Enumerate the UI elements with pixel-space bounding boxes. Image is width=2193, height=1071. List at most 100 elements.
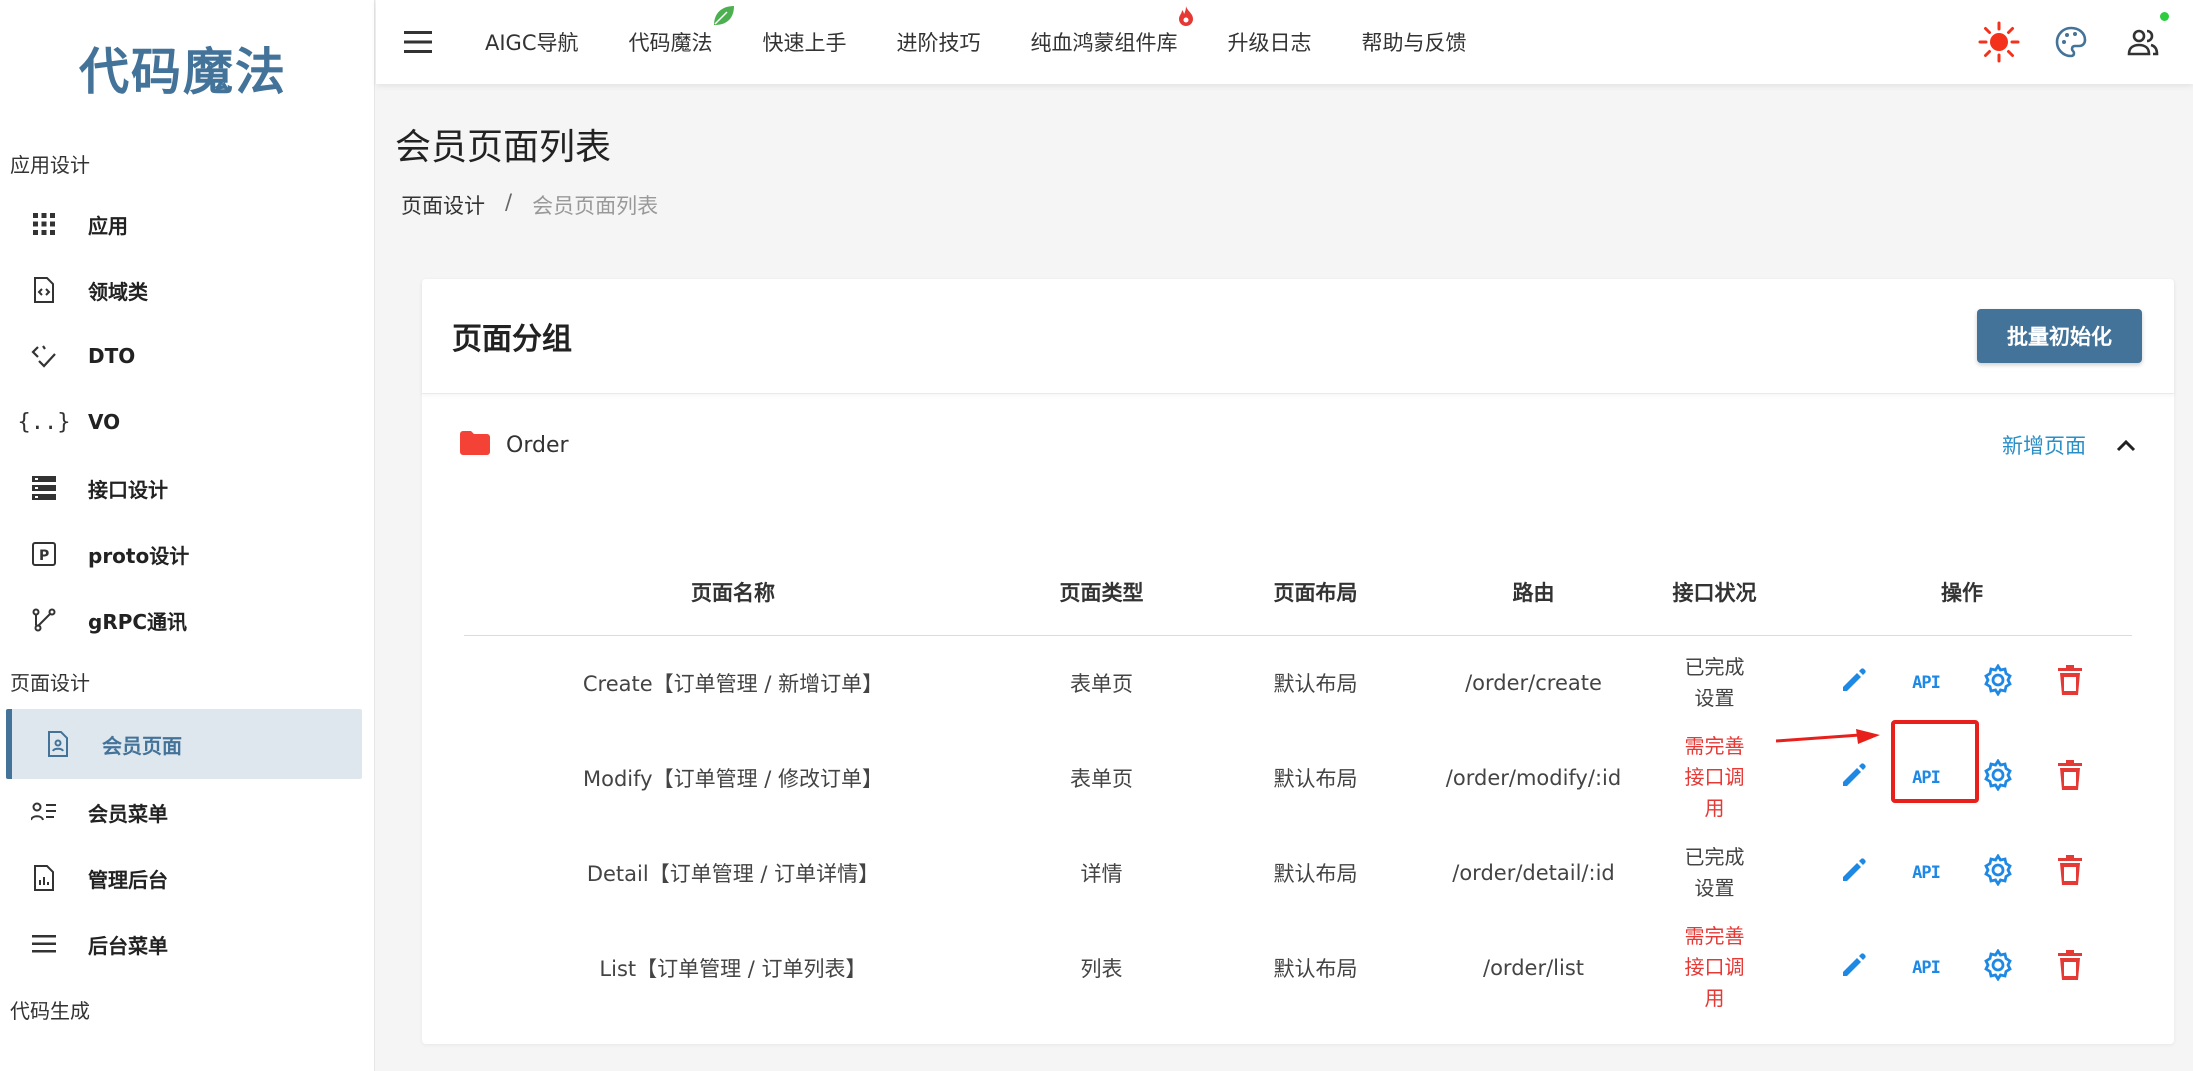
nav-quick-start[interactable]: 快速上手	[738, 27, 872, 57]
trash-icon	[2058, 950, 2082, 985]
sidebar-item-domain-classes[interactable]: 领域类	[0, 257, 374, 323]
settings-button[interactable]	[1962, 738, 2034, 818]
proto-box-icon: P	[30, 540, 58, 568]
palette-button[interactable]	[2035, 26, 2107, 58]
api-icon: API	[1912, 862, 1941, 883]
gear-icon	[1982, 853, 2014, 891]
sidebar-item-label: DTO	[88, 344, 136, 368]
cell-actions: API	[1792, 920, 2132, 1015]
online-status-dot	[2160, 12, 2169, 21]
palette-icon	[2055, 26, 2087, 58]
api-button[interactable]: API	[1890, 643, 1962, 723]
sidebar-item-grpc[interactable]: gRPC通讯	[0, 587, 374, 653]
status-line: 接口调	[1684, 955, 1745, 979]
trash-icon	[2058, 855, 2082, 890]
status-line: 需完善	[1684, 734, 1745, 758]
cell-page-layout: 默认布局	[1273, 956, 1358, 981]
api-button[interactable]: API	[1890, 833, 1962, 913]
pencil-icon	[1839, 950, 1869, 985]
sidebar-item-admin[interactable]: 管理后台	[0, 845, 374, 911]
theme-toggle-button[interactable]	[1963, 21, 2035, 63]
pages-table: 页面名称 页面类型 页面布局 路由 接口状况 操作 Create【订单管理 / …	[464, 549, 2132, 1015]
edit-button[interactable]	[1818, 833, 1890, 913]
account-button[interactable]	[2107, 12, 2179, 56]
sidebar-item-label: 后台菜单	[88, 933, 168, 958]
page-group-card: 页面分组 批量初始化 Order 新增页面 页面名称 页面类型 页面布局 路由 …	[422, 279, 2174, 1044]
cell-page-layout: 默认布局	[1273, 671, 1358, 696]
folder-icon	[460, 431, 490, 459]
settings-button[interactable]	[1962, 643, 2034, 723]
status-line: 设置	[1694, 685, 1735, 710]
braces-icon: {..}	[17, 409, 71, 435]
delete-button[interactable]	[2034, 643, 2106, 723]
breadcrumb-parent-link[interactable]: 页面设计	[401, 190, 485, 220]
delete-button[interactable]	[2034, 928, 2106, 1008]
api-button[interactable]: API	[1890, 928, 1962, 1008]
svg-text:P: P	[39, 548, 49, 564]
user-file-icon	[44, 730, 72, 758]
delete-button[interactable]	[2034, 738, 2106, 818]
table-header-row: 页面名称 页面类型 页面布局 路由 接口状况 操作	[464, 549, 2132, 636]
settings-button[interactable]	[1962, 928, 2034, 1008]
group-name: Order	[506, 432, 569, 458]
cell-actions: API	[1792, 635, 2132, 730]
sidebar-item-member-pages[interactable]: 会员页面	[6, 709, 362, 779]
batch-init-button[interactable]: 批量初始化	[1977, 309, 2142, 363]
api-button[interactable]: API	[1890, 738, 1962, 818]
hamburger-menu-button[interactable]	[376, 31, 460, 53]
api-icon: API	[1912, 957, 1941, 978]
top-nav: AIGC导航 代码魔法 快速上手 进阶技巧 纯血鸿蒙组件库 升级日志 帮助与反馈	[460, 6, 1492, 57]
edit-button[interactable]	[1818, 928, 1890, 1008]
status-line: 设置	[1694, 875, 1735, 900]
pencil-icon	[1839, 855, 1869, 890]
gear-icon	[1982, 758, 2014, 796]
status-line: 用	[1704, 986, 1725, 1010]
breadcrumb: 页面设计 / 会员页面列表	[401, 190, 658, 220]
status-line: 已完成	[1684, 844, 1745, 869]
users-icon	[2127, 29, 2159, 56]
leaf-icon	[710, 3, 736, 34]
add-page-link[interactable]: 新增页面	[2002, 430, 2086, 460]
column-header-name: 页面名称	[464, 549, 1002, 636]
api-icon: API	[1912, 672, 1941, 693]
sidebar-item-dto[interactable]: DTO	[0, 323, 374, 389]
sidebar-item-label: 管理后台	[88, 867, 168, 892]
grid-icon	[30, 210, 58, 238]
cell-page-name: List【订单管理 / 订单列表】	[599, 956, 867, 981]
collapse-button[interactable]	[2116, 438, 2136, 452]
cell-route: /order/modify/:id	[1445, 765, 1622, 790]
nav-advanced[interactable]: 进阶技巧	[872, 27, 1006, 57]
sidebar-item-vo[interactable]: {..} VO	[0, 389, 374, 455]
code-file-icon	[30, 276, 58, 304]
annotation-arrow	[1776, 729, 1880, 744]
edit-button[interactable]	[1818, 643, 1890, 723]
breadcrumb-current: 会员页面列表	[532, 194, 659, 218]
gear-icon	[1982, 663, 2014, 701]
nav-changelog[interactable]: 升级日志	[1203, 27, 1337, 57]
user-list-icon	[30, 798, 58, 826]
sidebar-item-label: 会员菜单	[88, 801, 168, 826]
cell-page-layout: 默认布局	[1273, 766, 1358, 791]
sidebar-item-admin-menu[interactable]: 后台菜单	[0, 911, 374, 977]
column-header-type: 页面类型	[1002, 549, 1201, 636]
sidebar-item-proto-design[interactable]: P proto设计	[0, 521, 374, 587]
nav-code-magic[interactable]: 代码魔法	[604, 6, 738, 57]
cell-api-status: 已完成 设置	[1637, 635, 1792, 730]
sidebar-item-label: 接口设计	[88, 477, 168, 502]
edit-button[interactable]	[1818, 738, 1890, 818]
status-line: 接口调	[1684, 765, 1745, 789]
sidebar-item-apps[interactable]: 应用	[0, 191, 374, 257]
nav-harmony-lib[interactable]: 纯血鸿蒙组件库	[1006, 6, 1203, 57]
cell-api-status: 已完成 设置	[1637, 825, 1792, 920]
api-icon: API	[1912, 767, 1941, 788]
delete-button[interactable]	[2034, 833, 2106, 913]
graph-icon	[30, 606, 58, 634]
settings-button[interactable]	[1962, 833, 2034, 913]
nav-help-feedback[interactable]: 帮助与反馈	[1337, 27, 1492, 57]
cell-page-type: 详情	[1080, 861, 1123, 886]
nav-aigc[interactable]: AIGC导航	[460, 27, 604, 57]
sidebar-item-member-menu[interactable]: 会员菜单	[0, 779, 374, 845]
cell-route: /order/list	[1483, 955, 1584, 980]
sidebar-item-api-design[interactable]: 接口设计	[0, 455, 374, 521]
brand-logo[interactable]: 代码魔法	[0, 0, 374, 135]
